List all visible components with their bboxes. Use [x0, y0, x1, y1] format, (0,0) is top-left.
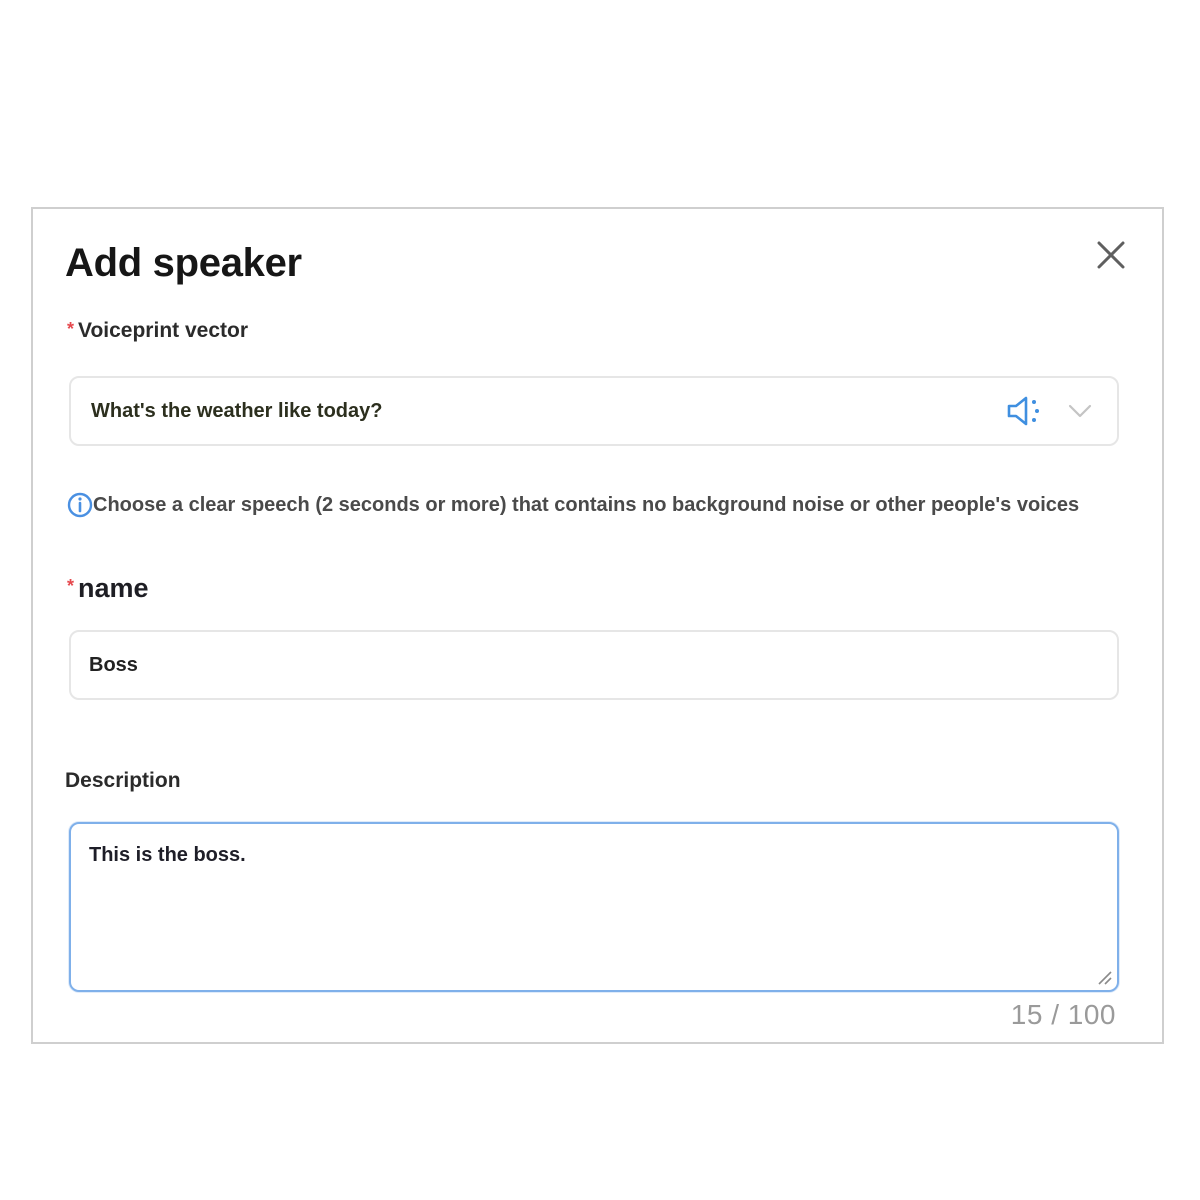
- description-textarea[interactable]: This is the boss.: [89, 844, 1079, 964]
- chevron-down-icon[interactable]: [1067, 398, 1093, 424]
- description-label-text: Description: [65, 769, 181, 792]
- required-marker: *: [67, 318, 75, 339]
- speaker-icon[interactable]: [1005, 394, 1045, 428]
- name-label-text: name: [78, 573, 149, 603]
- close-icon: [1097, 241, 1125, 269]
- description-label: Description: [65, 769, 181, 793]
- description-field-container: This is the boss.: [69, 822, 1119, 992]
- voiceprint-selected-value: What's the weather like today?: [91, 400, 383, 422]
- voiceprint-label: * Voiceprint vector: [67, 319, 248, 343]
- required-marker: *: [67, 576, 75, 596]
- name-label: * name: [67, 573, 149, 604]
- name-input[interactable]: [89, 632, 1089, 698]
- info-icon: [67, 492, 93, 518]
- character-counter: 15 / 100: [1010, 999, 1116, 1030]
- voiceprint-hint: Choose a clear speech (2 seconds or more…: [67, 492, 1079, 518]
- voiceprint-label-text: Voiceprint vector: [78, 319, 249, 342]
- dialog-title: Add speaker: [65, 241, 302, 285]
- voiceprint-select[interactable]: What's the weather like today?: [69, 376, 1119, 446]
- hint-text: Choose a clear speech (2 seconds or more…: [93, 493, 1080, 516]
- close-button[interactable]: [1091, 235, 1131, 275]
- name-field-container: [69, 630, 1119, 700]
- add-speaker-dialog: Add speaker * Voiceprint vector What's t…: [31, 207, 1164, 1044]
- resize-handle-icon[interactable]: [1095, 968, 1113, 986]
- page-canvas: Add speaker * Voiceprint vector What's t…: [0, 0, 1200, 1200]
